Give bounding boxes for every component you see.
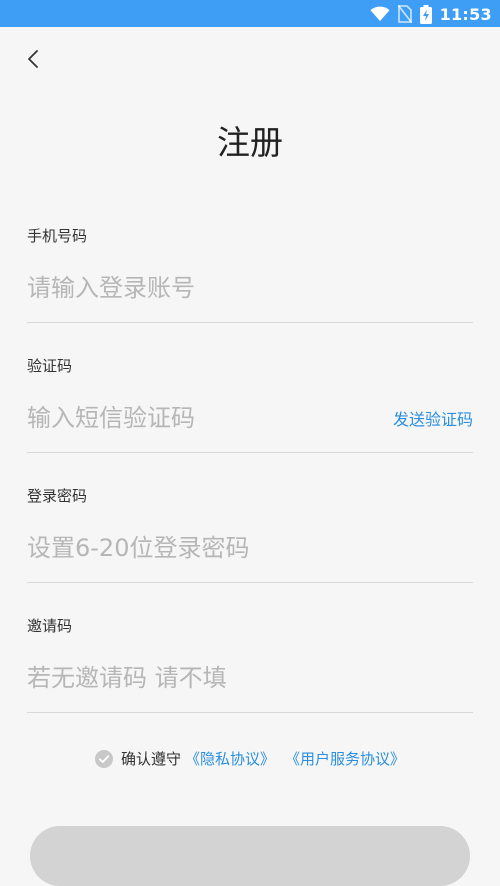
status-time: 11:53 <box>439 4 492 24</box>
back-button[interactable] <box>18 44 48 74</box>
send-code-button[interactable]: 发送验证码 <box>393 410 473 430</box>
phone-divider <box>27 322 473 323</box>
agreement-row: 确认遵守 《隐私协议》 《用户服务协议》 <box>0 749 500 769</box>
invite-input[interactable] <box>27 660 367 696</box>
code-field-group: 验证码 发送验证码 <box>27 356 473 453</box>
battery-charging-icon <box>419 4 432 24</box>
invite-field-group: 邀请码 <box>27 616 473 713</box>
code-label: 验证码 <box>27 357 73 375</box>
password-field-group: 登录密码 <box>27 486 473 583</box>
agreement-checkbox[interactable] <box>94 750 113 768</box>
check-circle-icon <box>94 750 113 768</box>
wifi-icon <box>370 6 390 22</box>
phone-field-group: 手机号码 <box>27 226 473 323</box>
invite-label: 邀请码 <box>27 617 73 635</box>
code-input[interactable] <box>27 400 327 436</box>
no-sim-icon <box>397 5 412 23</box>
page-title: 注册 <box>217 123 283 162</box>
status-bar: 11:53 <box>0 0 500 27</box>
password-divider <box>27 582 473 583</box>
password-label: 登录密码 <box>27 487 88 505</box>
user-service-agreement-link[interactable]: 《用户服务协议》 <box>285 749 405 769</box>
privacy-policy-link[interactable]: 《隐私协议》 <box>185 749 275 769</box>
chevron-left-icon <box>27 49 39 69</box>
invite-divider <box>27 712 473 713</box>
agreement-text: 确认遵守 <box>120 750 181 768</box>
password-input[interactable] <box>27 530 367 566</box>
code-divider <box>27 452 473 453</box>
phone-input[interactable] <box>27 270 367 306</box>
status-icons: 11:53 <box>370 4 492 24</box>
phone-label: 手机号码 <box>27 227 88 245</box>
register-button[interactable] <box>30 826 470 886</box>
